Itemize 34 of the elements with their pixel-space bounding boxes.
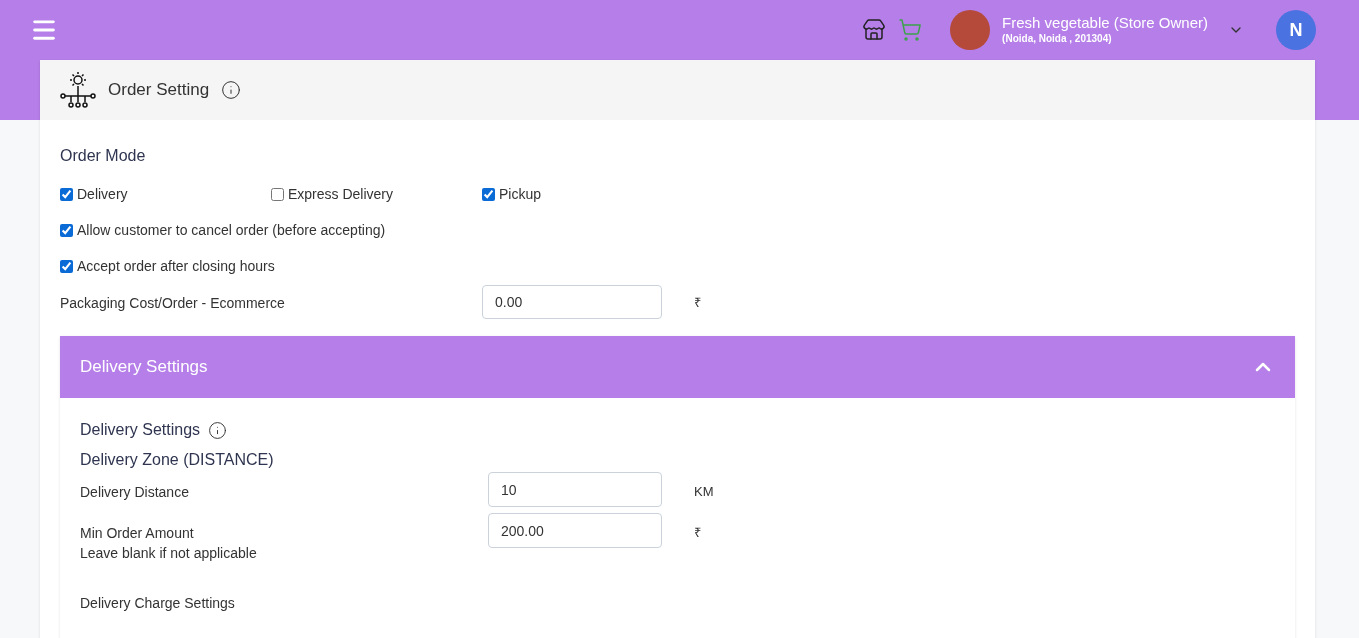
field-label: Min Order Amount (80, 524, 195, 543)
unit-label: KM (694, 483, 714, 501)
checkbox-label: Accept order after closing hours (77, 257, 275, 276)
checkbox[interactable] (60, 260, 73, 273)
info-icon[interactable] (208, 420, 228, 440)
store-address: (Noida, Noida , 201304) (1002, 33, 1113, 46)
checkbox[interactable] (60, 188, 73, 201)
store-photo-placeholder (950, 10, 991, 50)
checkbox-label: Delivery (77, 185, 128, 204)
checkbox[interactable] (60, 224, 73, 237)
info-icon[interactable] (221, 80, 242, 100)
text-field[interactable]: 10 (488, 472, 662, 507)
zone-title: Delivery Zone (DISTANCE) (80, 450, 275, 470)
checkbox-label: Pickup (499, 185, 542, 204)
field-label: Packaging Cost/Order - Ecommerce (60, 294, 286, 313)
checkbox-label: Express Delivery (288, 185, 394, 204)
text-field[interactable]: 200.00 (488, 513, 662, 548)
currency-unit: ₹ (694, 294, 701, 312)
panel-title: Delivery Settings (80, 356, 208, 379)
checkbox-label: Allow customer to cancel order (before accepting) (77, 221, 386, 240)
checkbox[interactable] (482, 188, 495, 201)
field-hint: Leave blank if not applicable (80, 544, 258, 563)
unit-label: ₹ (694, 524, 701, 542)
section-title: Order Mode (60, 146, 147, 166)
user-avatar[interactable]: N (1276, 10, 1316, 50)
packaging-cost-field[interactable]: 0.00 (482, 285, 662, 319)
gear-network-icon (60, 71, 96, 109)
store-icon[interactable] (862, 18, 887, 42)
store-name: Fresh vegetable (Store Owner) (1002, 14, 1208, 34)
checkbox[interactable] (271, 188, 284, 201)
section-title: Delivery Settings (80, 420, 201, 440)
field-label: Delivery Distance (80, 483, 190, 502)
section-title: Delivery Charge Settings (80, 594, 236, 613)
card-title: Order Setting (108, 79, 210, 102)
